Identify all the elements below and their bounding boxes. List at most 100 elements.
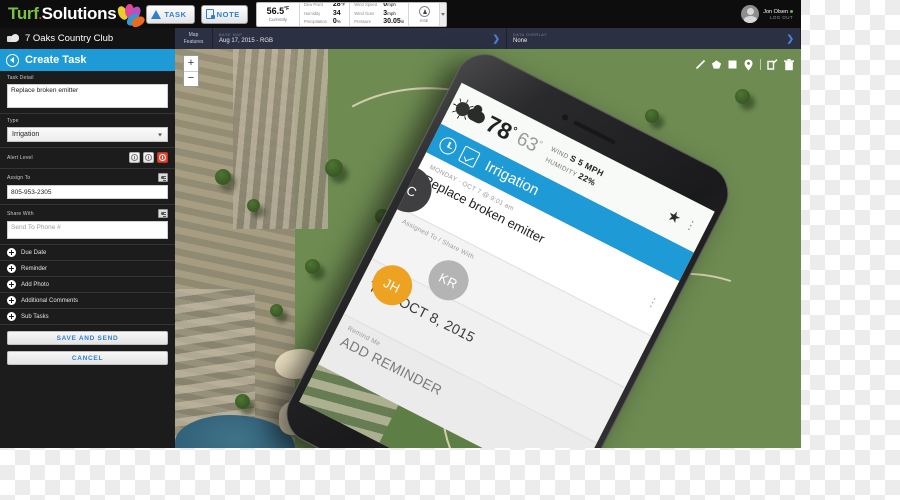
create-note-button[interactable]: NOTE	[200, 4, 248, 24]
user-info: Jon Olsen LOG OUT	[763, 9, 793, 20]
delete-tool-icon[interactable]	[783, 58, 794, 71]
back-button[interactable]	[6, 53, 19, 67]
type-select[interactable]: Irrigation	[7, 127, 168, 142]
phone-temp-high: 78°	[482, 109, 520, 145]
chevron-right-icon[interactable]: ❯	[786, 33, 794, 44]
wind-direction-label: ESE	[420, 17, 429, 23]
checkbox-icon[interactable]	[458, 144, 482, 168]
logo-text-solutions: Solutions	[41, 4, 117, 23]
weather-row: Humidity 34	[304, 10, 345, 19]
weather-value: 3mph	[383, 9, 396, 17]
alert-level-field: Alert Level	[0, 148, 175, 169]
accordion-due-date[interactable]: Due Date	[0, 245, 175, 261]
base-map-caption: BASE MAP	[219, 33, 243, 37]
weather-key: Pressure	[354, 19, 372, 25]
task-detail-input[interactable]: Replace broken emitter	[7, 84, 168, 108]
share-with-input[interactable]: Send To Phone #	[7, 221, 168, 239]
user-menu[interactable]: Jon Olsen LOG OUT	[741, 0, 801, 28]
weather-key: Humidity	[303, 10, 321, 16]
alert-level-high-button[interactable]	[157, 152, 168, 163]
share-with-label: Share With	[7, 210, 34, 217]
plus-icon	[7, 280, 16, 289]
create-task-button[interactable]: TASK	[146, 4, 195, 24]
avatar	[741, 5, 760, 23]
logout-link[interactable]: LOG OUT	[770, 15, 793, 20]
map-zoom-controls[interactable]: + −	[183, 55, 199, 87]
panel-header: Create Task	[0, 49, 175, 71]
line-tool-icon[interactable]	[695, 58, 706, 71]
cancel-button[interactable]: CANCEL	[7, 351, 168, 365]
map-tree	[645, 109, 659, 123]
weather-value: 0%	[332, 18, 341, 26]
chevron-right-icon[interactable]: ❯	[492, 33, 500, 44]
base-map-value: Aug 17, 2015 - RGB	[219, 38, 274, 44]
accordion-additional-comments[interactable]: Additional Comments	[0, 293, 175, 309]
plus-icon	[7, 296, 16, 305]
weather-row: Precipitation 0%	[303, 18, 345, 26]
weather-key: Wind Gust	[354, 10, 374, 16]
map-tree	[270, 304, 283, 317]
weather-row: Wind Gust 3mph	[354, 10, 404, 19]
type-select-value: Irrigation	[12, 131, 40, 138]
weather-current-temp: 56.5°F	[266, 5, 290, 16]
star-icon[interactable]: ★	[664, 206, 684, 227]
accordion-reminder[interactable]: Reminder	[0, 261, 175, 277]
warning-triangle-icon	[151, 9, 162, 19]
accordion-label: Reminder	[21, 265, 48, 272]
data-overlay-selector[interactable]: DATA OVERLAY None ❯	[507, 28, 801, 49]
phone-speaker	[573, 120, 616, 145]
overflow-menu-icon[interactable]: ⋮	[682, 216, 700, 234]
logo-text-turf: Turf	[8, 4, 39, 23]
map-features-label-line2: Features	[183, 38, 204, 45]
plus-icon	[7, 248, 16, 257]
accordion-label: Additional Comments	[21, 297, 79, 304]
alert-level-low-button[interactable]	[129, 152, 140, 163]
course-icon	[7, 34, 19, 43]
app-logo[interactable]: Turf.Solutions	[0, 0, 147, 30]
toolbar-divider	[760, 59, 761, 70]
assign-to-input[interactable]: 805-953-2305	[7, 185, 168, 199]
clock-icon[interactable]	[436, 134, 460, 157]
logo-wordmark: Turf.Solutions	[8, 4, 117, 24]
weather-row: Pressure 30.05in	[354, 18, 404, 25]
zoom-in-button[interactable]: +	[184, 56, 198, 72]
data-overlay-value: None	[513, 38, 528, 44]
map-tree	[305, 259, 320, 274]
accordion-label: Due Date	[21, 249, 47, 256]
weather-column-right: Wind Speed 0mph Wind Gust 3mph Pressure …	[350, 2, 410, 26]
breadcrumb[interactable]: 7 Oaks Country Club	[0, 28, 175, 49]
cloud-icon	[465, 106, 487, 126]
map-features-button[interactable]: Map Features	[175, 28, 213, 49]
zoom-out-button[interactable]: −	[184, 72, 198, 87]
weather-key: Dew Point	[303, 2, 323, 8]
weather-widget[interactable]: 56.5°F Currently Dew Point 28°F Humidity…	[255, 1, 448, 27]
weather-row: Dew Point 28°F	[303, 2, 345, 10]
weather-expand-button[interactable]	[439, 2, 447, 26]
weather-current: 56.5°F Currently	[257, 2, 300, 26]
save-and-send-button[interactable]: SAVE AND SEND	[7, 331, 168, 345]
panel-actions: SAVE AND SEND CANCEL	[0, 325, 175, 365]
status-badge	[790, 10, 793, 13]
rectangle-tool-icon[interactable]	[727, 58, 738, 71]
weather-current-label: Currently	[268, 16, 288, 22]
contacts-icon[interactable]	[158, 209, 168, 218]
data-overlay-caption: DATA OVERLAY	[513, 33, 548, 37]
butterfly-leaf-icon	[115, 3, 147, 30]
map-tree	[235, 394, 250, 409]
accordion-sub-tasks[interactable]: Sub Tasks	[0, 309, 175, 325]
phone-temp-low: 63°	[513, 127, 545, 157]
marker-pin-icon[interactable]	[743, 58, 754, 71]
map-features-label-line1: Map	[188, 31, 199, 38]
weather-key: Wind Speed	[354, 2, 378, 8]
type-field: Type Irrigation	[0, 114, 175, 148]
accordion-add-photo[interactable]: Add Photo	[0, 277, 175, 293]
create-task-label: TASK	[164, 9, 187, 19]
weather-key: Precipitation	[303, 19, 327, 25]
alert-level-options	[129, 152, 168, 163]
alert-level-medium-button[interactable]	[143, 152, 154, 163]
polygon-tool-icon[interactable]	[711, 58, 722, 71]
base-map-selector[interactable]: BASE MAP Aug 17, 2015 - RGB ❯	[213, 28, 507, 49]
edit-tool-icon[interactable]	[767, 58, 778, 71]
contacts-icon[interactable]	[158, 173, 168, 182]
plus-icon	[7, 264, 16, 273]
